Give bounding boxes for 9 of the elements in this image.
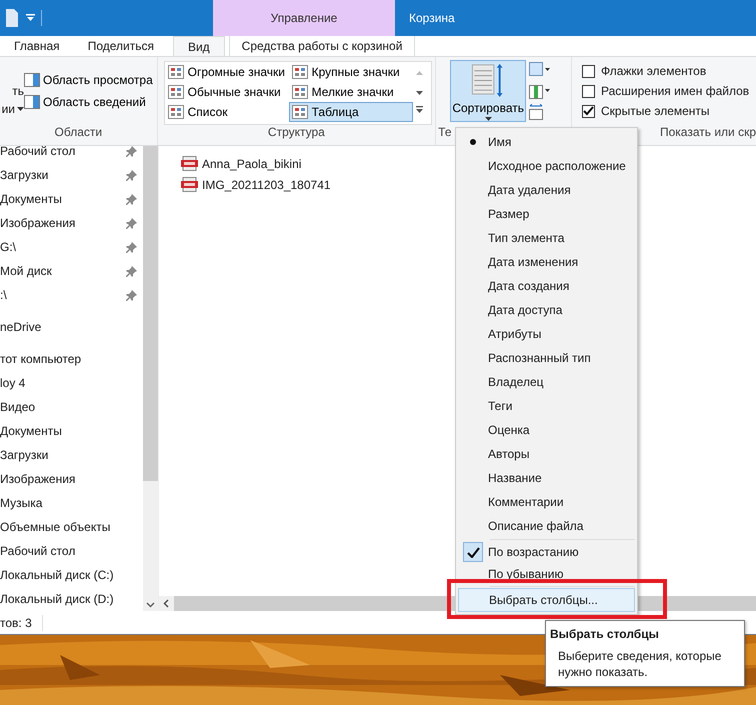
- item-count: тов: 3: [0, 616, 32, 630]
- tooltip-title: Выбрать столбцы: [550, 627, 660, 641]
- tooltip-text: Выберите сведения, которые нужно показать.: [557, 649, 722, 680]
- window-title: Корзина: [409, 11, 455, 25]
- group-label: Показать или скр: [660, 125, 756, 139]
- group-label: Те: [438, 125, 452, 139]
- group-label: Структура: [268, 125, 325, 139]
- contextual-tab-group: Управление: [213, 0, 395, 36]
- group-label: Области: [54, 125, 102, 139]
